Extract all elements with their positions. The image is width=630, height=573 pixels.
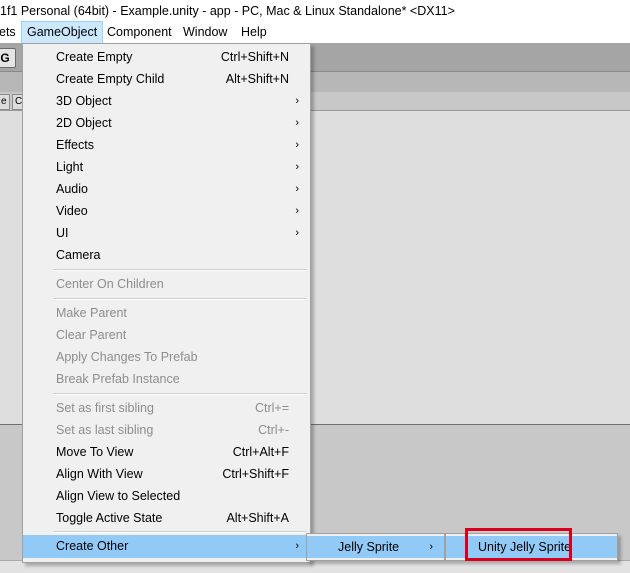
menu-item-align-with-view[interactable]: Align With View Ctrl+Shift+F xyxy=(23,463,310,485)
menu-item-effects[interactable]: Effects › xyxy=(23,134,310,156)
chevron-right-icon: › xyxy=(295,161,299,173)
menu-item-break-prefab-instance[interactable]: Break Prefab Instance xyxy=(23,368,310,390)
menu-item-shortcut: Ctrl+- xyxy=(258,423,289,437)
menu-item-jelly-sprite[interactable]: Jelly Sprite › xyxy=(307,536,444,558)
chevron-right-icon: › xyxy=(295,227,299,239)
menu-item-center-on-children[interactable]: Center On Children xyxy=(23,273,310,295)
menu-item-label: Create Empty xyxy=(56,50,133,64)
menu-item-align-view-to-selected[interactable]: Align View to Selected xyxy=(23,485,310,507)
menu-item-ui[interactable]: UI › xyxy=(23,222,310,244)
menu-item-label: Move To View xyxy=(56,445,134,459)
menu-item-shortcut: Ctrl+Shift+N xyxy=(220,50,289,64)
menu-item-toggle-active-state[interactable]: Toggle Active State Alt+Shift+A xyxy=(23,507,310,529)
chevron-right-icon: › xyxy=(295,205,299,217)
menu-item-move-to-view[interactable]: Move To View Ctrl+Alt+F xyxy=(23,441,310,463)
menu-item-label: Set as first sibling xyxy=(56,401,154,415)
menu-item-set-last-sibling[interactable]: Set as last sibling Ctrl+- xyxy=(23,419,310,441)
menu-item-create-empty[interactable]: Create Empty Ctrl+Shift+N xyxy=(23,46,310,68)
menu-item-label: Center On Children xyxy=(56,277,164,291)
menu-item-2d-object[interactable]: 2D Object › xyxy=(23,112,310,134)
menu-item-label: Apply Changes To Prefab xyxy=(56,350,198,364)
menu-item-label: Clear Parent xyxy=(56,328,127,342)
tool-button[interactable]: G xyxy=(0,48,16,68)
chevron-right-icon: › xyxy=(295,117,299,129)
chevron-right-icon: › xyxy=(295,540,299,552)
menu-item-label: Audio xyxy=(56,182,88,196)
menu-item-label: Break Prefab Instance xyxy=(56,372,180,386)
menu-item-label: Align With View xyxy=(56,467,143,481)
menu-item-label: 2D Object xyxy=(56,116,112,130)
menu-separator xyxy=(53,269,307,271)
menu-item-3d-object[interactable]: 3D Object › xyxy=(23,90,310,112)
menu-item-label: Make Parent xyxy=(56,306,127,320)
highlight-callout-box xyxy=(465,528,572,561)
menu-item-label: UI xyxy=(56,226,69,240)
menu-item-label: Effects xyxy=(56,138,94,152)
menu-item-label: Create Other xyxy=(56,539,129,553)
panel-tab-left[interactable]: e xyxy=(0,94,10,110)
menu-item-apply-changes-to-prefab[interactable]: Apply Changes To Prefab xyxy=(23,346,310,368)
menu-item-label: Set as last sibling xyxy=(56,423,154,437)
chevron-right-icon: › xyxy=(429,541,433,553)
menu-item-label: Toggle Active State xyxy=(56,511,163,525)
menu-item-camera[interactable]: Camera xyxy=(23,244,310,266)
menu-item-audio[interactable]: Audio › xyxy=(23,178,310,200)
create-other-submenu: Jelly Sprite › xyxy=(306,533,445,561)
menu-item-light[interactable]: Light › xyxy=(23,156,310,178)
menu-help[interactable]: Help xyxy=(236,22,272,43)
menu-item-label: Video xyxy=(56,204,88,218)
menu-bar: ets GameObject Component Window Help xyxy=(0,21,630,44)
menu-item-shortcut: Ctrl+Shift+F xyxy=(222,467,289,481)
menu-item-shortcut: Alt+Shift+A xyxy=(226,511,289,525)
chevron-right-icon: › xyxy=(295,95,299,107)
window-title: 1f1 Personal (64bit) - Example.unity - a… xyxy=(0,0,630,22)
menu-item-label: 3D Object xyxy=(56,94,112,108)
menu-separator xyxy=(53,531,307,533)
menu-item-label: Jelly Sprite xyxy=(338,540,400,554)
menu-item-set-first-sibling[interactable]: Set as first sibling Ctrl+= xyxy=(23,397,310,419)
menu-item-shortcut: Ctrl+Alt+F xyxy=(232,445,289,459)
menu-item-label: Align View to Selected xyxy=(56,489,181,503)
menu-component[interactable]: Component xyxy=(102,22,177,43)
menu-separator xyxy=(53,298,307,300)
menu-separator xyxy=(53,393,307,395)
menu-item-label: Camera xyxy=(56,248,101,262)
chevron-right-icon: › xyxy=(295,139,299,151)
menu-item-shortcut: Ctrl+= xyxy=(254,401,289,415)
menu-item-video[interactable]: Video › xyxy=(23,200,310,222)
menu-window[interactable]: Window xyxy=(178,22,232,43)
chevron-right-icon: › xyxy=(295,183,299,195)
menu-item-shortcut: Alt+Shift+N xyxy=(225,72,289,86)
menu-item-create-empty-child[interactable]: Create Empty Child Alt+Shift+N xyxy=(23,68,310,90)
menu-item-clear-parent[interactable]: Clear Parent xyxy=(23,324,310,346)
menu-item-create-other[interactable]: Create Other › xyxy=(23,535,310,558)
menu-item-make-parent[interactable]: Make Parent xyxy=(23,302,310,324)
menu-item-label: Create Empty Child xyxy=(56,72,165,86)
menu-assets[interactable]: ets xyxy=(0,22,21,43)
menu-gameobject[interactable]: GameObject xyxy=(20,21,104,44)
menu-item-label: Light xyxy=(56,160,84,174)
gameobject-menu: Create Empty Ctrl+Shift+N Create Empty C… xyxy=(22,43,311,563)
